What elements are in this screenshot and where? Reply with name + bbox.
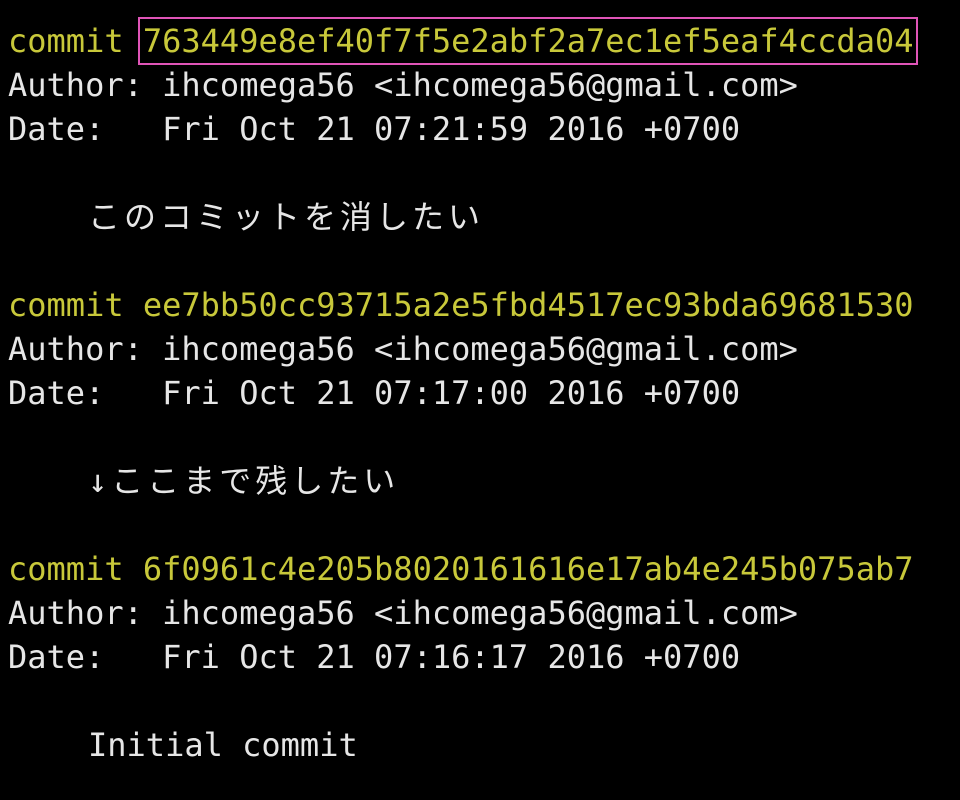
date-label: Date: (8, 374, 163, 412)
commit-keyword: commit (8, 286, 124, 324)
commit-hash[interactable]: ee7bb50cc93715a2e5fbd4517ec93bda69681530 (143, 286, 914, 324)
date-value: Fri Oct 21 07:21:59 2016 +0700 (162, 110, 741, 148)
commit-message: このコミットを消したい (88, 198, 485, 236)
date-line: Date: Fri Oct 21 07:21:59 2016 +0700 (8, 107, 960, 151)
terminal-window: commit 763449e8ef40f7f5e2abf2a7ec1ef5eaf… (0, 0, 960, 800)
date-line: Date: Fri Oct 21 07:16:17 2016 +0700 (8, 635, 960, 679)
commit-line: commit ee7bb50cc93715a2e5fbd4517ec93bda6… (8, 283, 960, 327)
author-line: Author: ihcomega56 <ihcomega56@gmail.com… (8, 63, 960, 107)
author-value: ihcomega56 <ihcomega56@gmail.com> (162, 594, 798, 632)
author-line: Author: ihcomega56 <ihcomega56@gmail.com… (8, 591, 960, 635)
commit-message: Initial commit (88, 726, 358, 764)
commit-hash[interactable]: 6f0961c4e205b8020161616e17ab4e245b075ab7 (143, 550, 914, 588)
commit-line: commit 6f0961c4e205b8020161616e17ab4e245… (8, 547, 960, 591)
author-label: Author: (8, 594, 163, 632)
commit-keyword: commit (8, 550, 124, 588)
date-label: Date: (8, 110, 163, 148)
commit-message: ↓ここまで残したい (88, 462, 400, 500)
author-value: ihcomega56 <ihcomega56@gmail.com> (162, 66, 798, 104)
author-line: Author: ihcomega56 <ihcomega56@gmail.com… (8, 327, 960, 371)
date-value: Fri Oct 21 07:17:00 2016 +0700 (162, 374, 741, 412)
date-label: Date: (8, 638, 163, 676)
author-label: Author: (8, 330, 163, 368)
commit-line: commit 763449e8ef40f7f5e2abf2a7ec1ef5eaf… (8, 17, 960, 65)
author-label: Author: (8, 66, 163, 104)
commit-keyword: commit (8, 22, 124, 60)
date-value: Fri Oct 21 07:16:17 2016 +0700 (162, 638, 741, 676)
date-line: Date: Fri Oct 21 07:17:00 2016 +0700 (8, 371, 960, 415)
commit-hash-highlighted[interactable]: 763449e8ef40f7f5e2abf2a7ec1ef5eaf4ccda04 (137, 17, 919, 65)
author-value: ihcomega56 <ihcomega56@gmail.com> (162, 330, 798, 368)
